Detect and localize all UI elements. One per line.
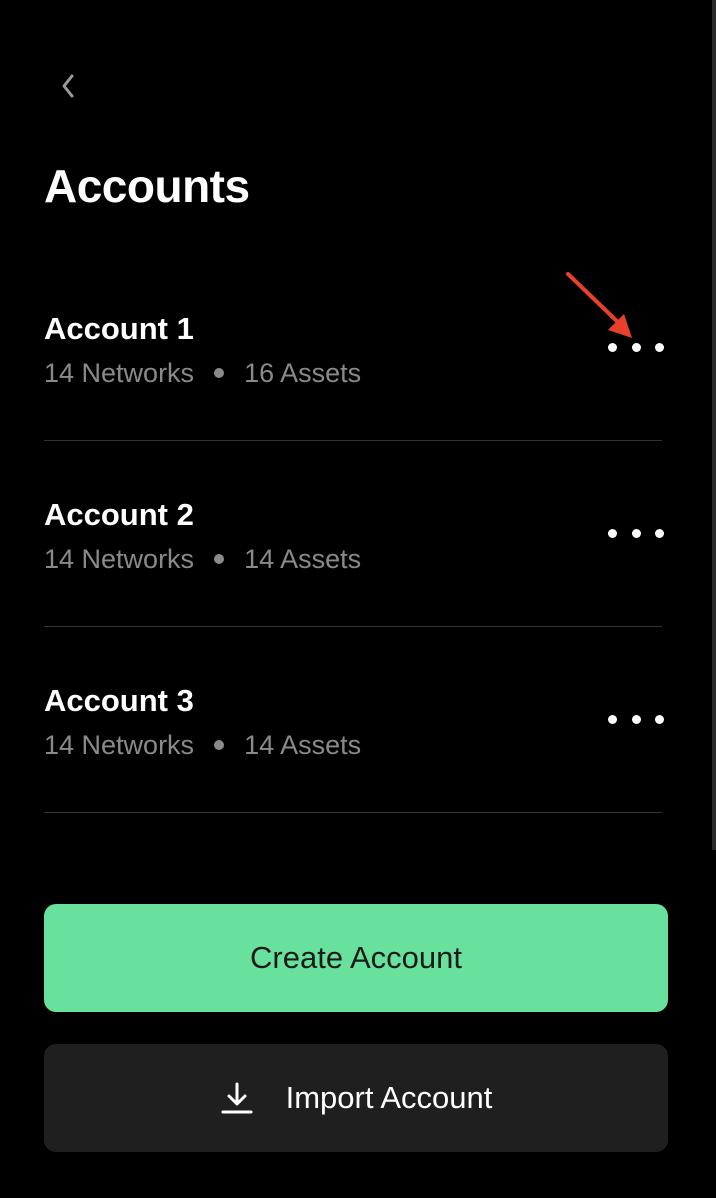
account-name: Account 2 xyxy=(44,497,194,532)
download-icon xyxy=(220,1081,254,1115)
import-account-label: Import Account xyxy=(285,1080,493,1115)
separator-dot xyxy=(214,368,225,378)
scrollbar[interactable] xyxy=(712,0,716,850)
page-title: Accounts xyxy=(44,160,250,212)
separator-dot xyxy=(214,740,225,750)
account-list: Account 1 14 Networks 16 Assets Account … xyxy=(44,255,664,813)
more-options-button[interactable] xyxy=(608,327,664,367)
more-options-button[interactable] xyxy=(608,513,664,553)
network-count: 14 Networks xyxy=(44,730,195,760)
network-count: 14 Networks xyxy=(44,544,195,574)
account-meta: 14 Networks 16 Assets xyxy=(44,355,361,391)
separator-dot xyxy=(214,554,225,564)
account-meta: 14 Networks 14 Assets xyxy=(44,541,361,577)
more-icon xyxy=(608,714,617,724)
more-options-button[interactable] xyxy=(608,699,664,739)
network-count: 14 Networks xyxy=(44,358,195,388)
more-icon xyxy=(608,342,617,352)
asset-count: 14 Assets xyxy=(244,730,362,760)
account-row[interactable]: Account 3 14 Networks 14 Assets xyxy=(44,627,664,813)
back-button[interactable] xyxy=(48,66,88,106)
account-name: Account 3 xyxy=(44,683,194,718)
asset-count: 16 Assets xyxy=(244,358,362,388)
asset-count: 14 Assets xyxy=(244,544,362,574)
account-name: Account 1 xyxy=(44,311,194,346)
chevron-left-icon xyxy=(62,74,74,98)
account-meta: 14 Networks 14 Assets xyxy=(44,727,361,763)
more-icon xyxy=(608,528,617,538)
account-row[interactable]: Account 2 14 Networks 14 Assets xyxy=(44,441,664,627)
import-account-button[interactable]: Import Account xyxy=(44,1044,668,1152)
create-account-button[interactable]: Create Account xyxy=(44,904,668,1012)
account-row[interactable]: Account 1 14 Networks 16 Assets xyxy=(44,255,664,441)
